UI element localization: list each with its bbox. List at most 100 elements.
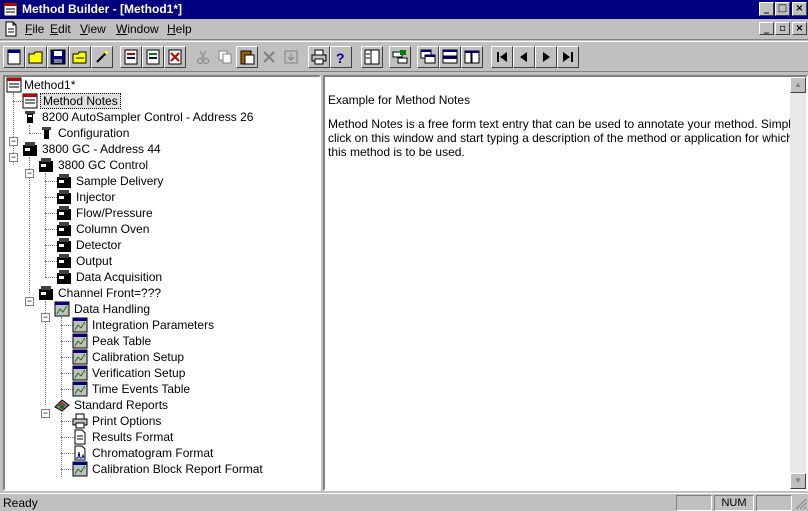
- last-arrow-icon: [563, 52, 573, 62]
- method-notes-editor[interactable]: Example for Method Notes Method Notes is…: [323, 75, 808, 491]
- menu-help-rest: elp: [175, 22, 192, 36]
- document-icon[interactable]: [3, 21, 19, 37]
- method-icon: [6, 77, 22, 93]
- tile-vertical-button[interactable]: [461, 46, 483, 68]
- scissors-icon: [197, 50, 209, 64]
- collapse-toggle[interactable]: −: [41, 409, 50, 418]
- tree-node-label: Calibration Setup: [92, 350, 185, 364]
- scroll-up-arrow-icon[interactable]: ▲: [790, 77, 806, 93]
- tree-node-label: Print Options: [92, 414, 162, 428]
- resize-grip-icon[interactable]: [794, 497, 807, 510]
- gc-instrument-icon: [57, 222, 71, 236]
- status-panel: [676, 495, 712, 511]
- data-handling-icon: [72, 365, 88, 381]
- tree-node-label: Column Oven: [76, 222, 150, 236]
- method-builder-app-icon[interactable]: [3, 2, 18, 17]
- method-doc-add-button[interactable]: [142, 46, 164, 68]
- tree-node-label: 8200 AutoSampler Control - Address 26: [42, 110, 254, 124]
- add-module-icon: [392, 50, 408, 64]
- tree-node-label: Flow/Pressure: [76, 206, 153, 220]
- delete-x-icon: [263, 51, 275, 63]
- title-bar[interactable]: Method Builder - [Method1*] _ □ ×: [0, 0, 808, 19]
- gc-instrument-icon: [57, 270, 71, 284]
- tree-node-label: Peak Table: [92, 334, 152, 348]
- first-arrow-icon: [497, 52, 507, 62]
- tree-node-label: Detector: [76, 238, 122, 252]
- first-button[interactable]: [491, 46, 513, 68]
- last-button[interactable]: [557, 46, 579, 68]
- status-bar: Ready NUM: [0, 493, 808, 511]
- previous-button[interactable]: [513, 46, 535, 68]
- tree-node-label: Injector: [76, 190, 116, 204]
- menu-window[interactable]: Window: [116, 22, 159, 36]
- menu-help[interactable]: Help: [167, 22, 192, 36]
- tree-node-label: Output: [76, 254, 113, 268]
- copy-icon: [218, 50, 232, 64]
- add-module-button[interactable]: [389, 46, 411, 68]
- previous-arrow-icon: [520, 52, 527, 62]
- tree-node-label: Data Acquisition: [76, 270, 163, 284]
- close-button[interactable]: ×: [792, 2, 807, 16]
- notes-heading: Example for Method Notes: [328, 93, 471, 107]
- collapse-toggle[interactable]: −: [9, 153, 18, 162]
- maximize-button[interactable]: □: [775, 2, 790, 16]
- menu-bar: File Edit View Window Help _ ▫ ×: [0, 19, 808, 40]
- menu-view[interactable]: View: [80, 22, 106, 36]
- gc-instrument-icon: [23, 142, 37, 156]
- collapse-toggle[interactable]: −: [25, 169, 34, 178]
- new-method-button[interactable]: [3, 46, 25, 68]
- cascade-button[interactable]: [417, 46, 439, 68]
- tree-node-label: Configuration: [58, 126, 130, 140]
- minimize-button[interactable]: _: [759, 2, 774, 16]
- mdi-minimize-button[interactable]: _: [759, 22, 774, 35]
- tree-node-label: Results Format: [92, 430, 174, 444]
- paste-button[interactable]: [236, 46, 258, 68]
- tile-horizontal-button[interactable]: [439, 46, 461, 68]
- copy-button[interactable]: [214, 46, 236, 68]
- data-handling-icon: [72, 381, 88, 397]
- mdi-close-button[interactable]: ×: [792, 22, 807, 35]
- tree-node-label: Method1*: [24, 78, 76, 92]
- view-tree-notes-button[interactable]: [361, 46, 383, 68]
- tile-vertical-icon: [464, 50, 480, 64]
- print-button[interactable]: [308, 46, 330, 68]
- gc-instrument-icon: [57, 190, 71, 204]
- tree-node-label: Method Notes: [40, 93, 121, 109]
- menu-file[interactable]: File: [25, 22, 44, 36]
- svg-text:?: ?: [336, 50, 345, 65]
- help-button[interactable]: ?: [330, 46, 352, 68]
- import-icon: [284, 50, 298, 64]
- wand-icon: [96, 51, 108, 63]
- delete-button[interactable]: [258, 46, 280, 68]
- next-button[interactable]: [535, 46, 557, 68]
- method-doc-add-icon: [146, 49, 160, 65]
- collapse-toggle[interactable]: −: [25, 297, 34, 306]
- method-doc-delete-button[interactable]: [164, 46, 186, 68]
- collapse-toggle[interactable]: −: [41, 313, 50, 322]
- cut-button[interactable]: [192, 46, 214, 68]
- mdi-restore-button[interactable]: ▫: [775, 22, 790, 35]
- printer-icon: [311, 49, 327, 65]
- open-recent-button[interactable]: [69, 46, 91, 68]
- scroll-down-arrow-icon[interactable]: ▼: [790, 473, 806, 489]
- tree-node-label: 3800 GC - Address 44: [42, 142, 161, 156]
- vertical-scrollbar[interactable]: ▲ ▼: [790, 77, 806, 489]
- tree-node-label: Verification Setup: [92, 366, 186, 380]
- wand-button[interactable]: [91, 46, 113, 68]
- save-button[interactable]: [47, 46, 69, 68]
- collapse-toggle[interactable]: −: [9, 137, 18, 146]
- tree-node-label: Time Events Table: [92, 382, 191, 396]
- method-tree[interactable]: − − − − − − Method1* Method Notes 8200 A…: [3, 75, 321, 491]
- open-button[interactable]: [25, 46, 47, 68]
- import-button[interactable]: [280, 46, 302, 68]
- data-handling-icon: [54, 301, 70, 317]
- tree-node-label: Chromatogram Format: [92, 446, 214, 460]
- method-doc-button[interactable]: [120, 46, 142, 68]
- menu-edit[interactable]: Edit: [50, 22, 71, 36]
- notes-text[interactable]: Example for Method Notes Method Notes is…: [328, 93, 798, 169]
- data-handling-icon: [72, 317, 88, 333]
- channel-icon: [39, 286, 53, 300]
- gc-instrument-icon: [57, 254, 71, 268]
- menu-file-rest: ile: [32, 22, 45, 36]
- cascade-windows-icon: [420, 49, 436, 64]
